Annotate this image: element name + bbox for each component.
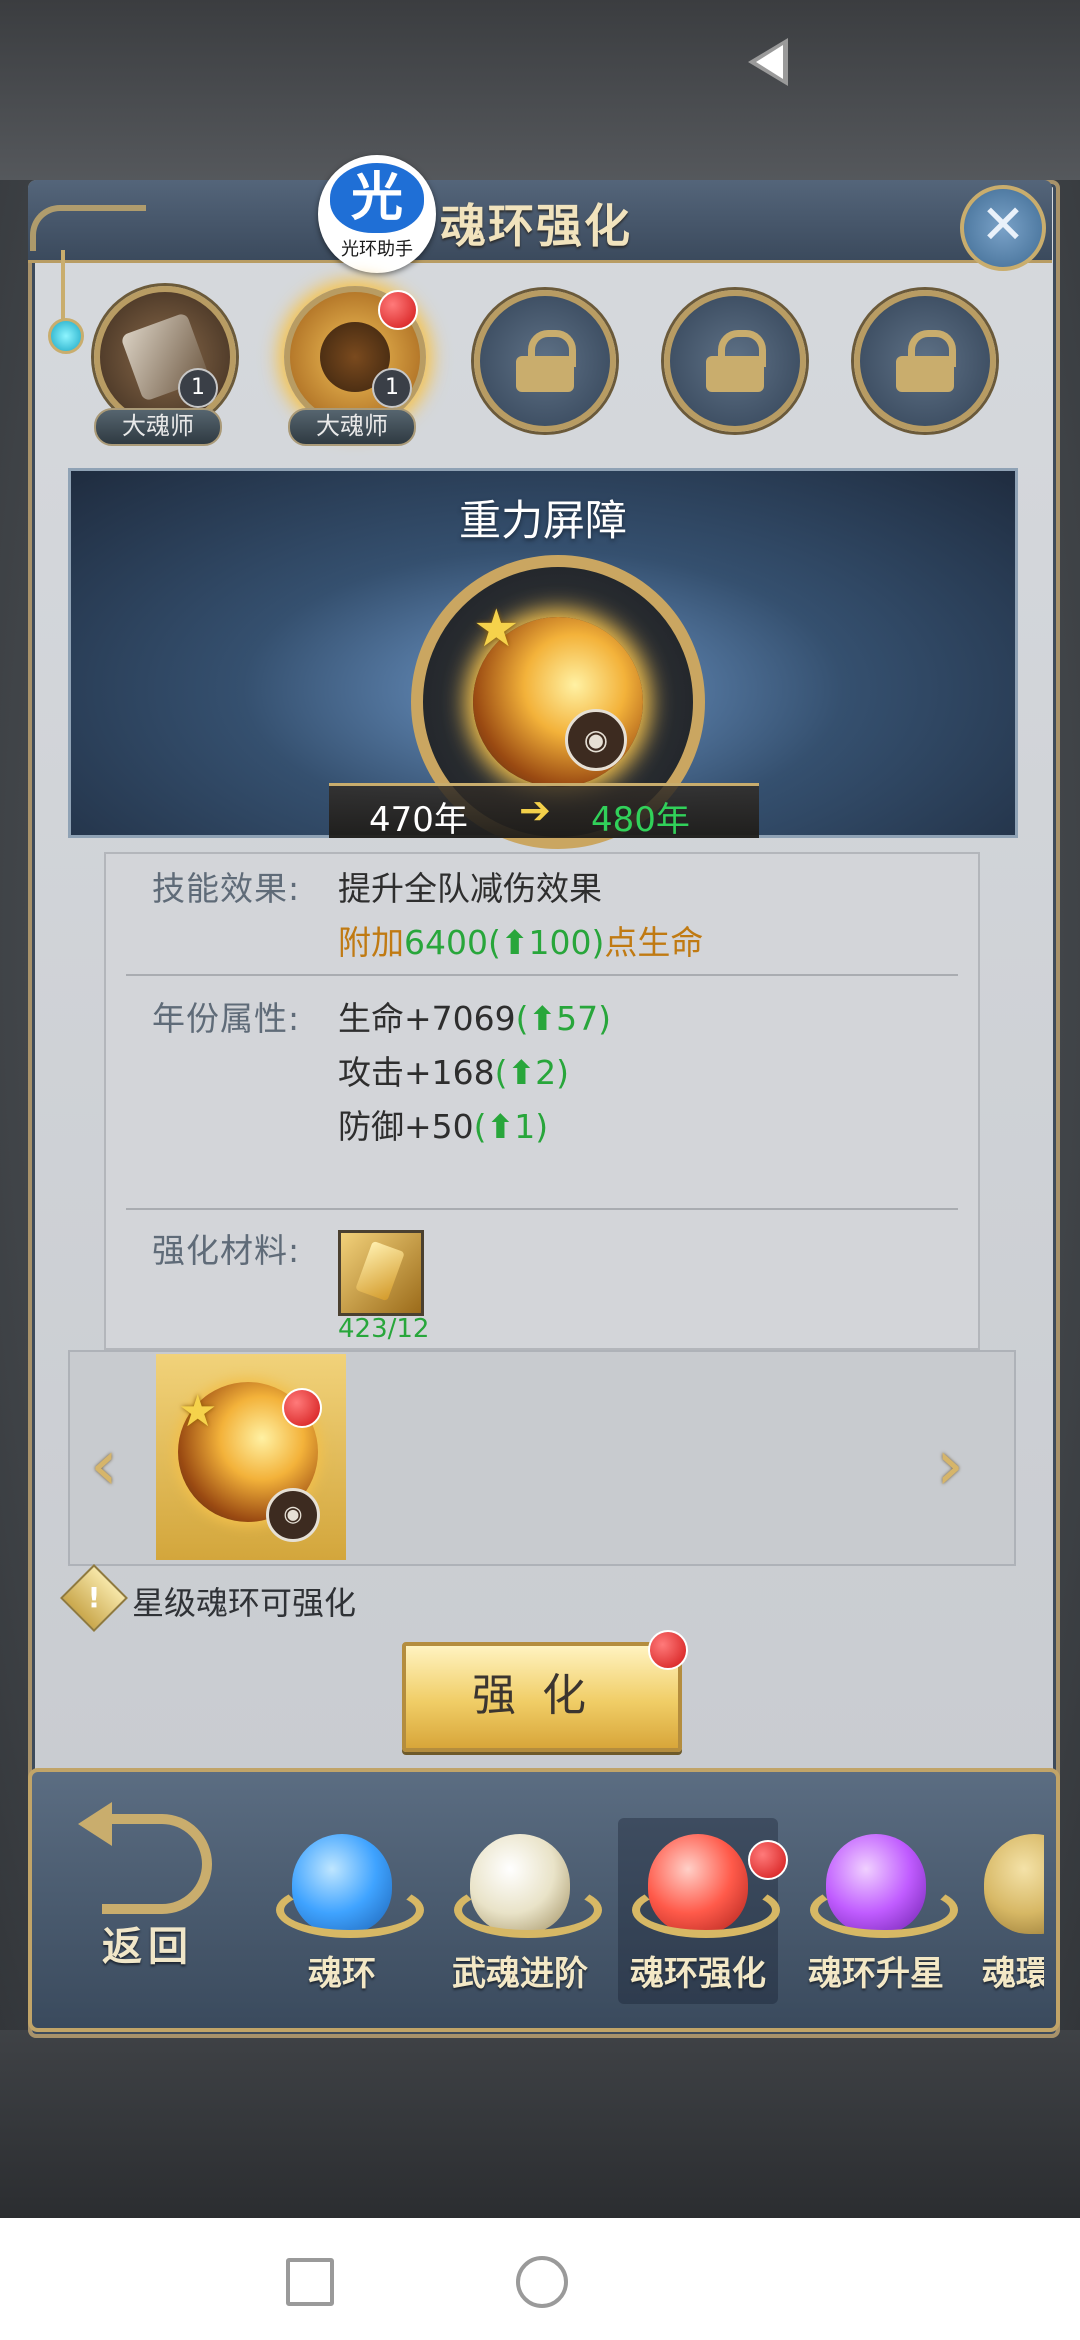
skill-banner: 重力屏障 ★ ◉ 470年 ➔ 480年: [68, 468, 1018, 849]
ring-selector: ★ ◉ ‹ ›: [68, 1350, 1016, 1566]
effect-bonus: 附加6400(⬆100)点生命: [338, 923, 704, 962]
slot-2-count: 1: [372, 368, 412, 408]
page-title: 魂环强化: [440, 199, 632, 253]
nav-label: 魂環: [982, 1954, 1044, 1994]
beast-icon: ◉: [565, 709, 627, 771]
nav-label: 魂环升星: [808, 1954, 944, 1994]
info-panel: 技能效果: 提升全队减伤效果 附加6400(⬆100)点生命 年份属性: 生命+…: [104, 852, 980, 1350]
partial-icon: [984, 1834, 1044, 1934]
logo-icon: 光: [330, 163, 424, 233]
attr-label: 年份属性:: [152, 999, 301, 1038]
back-label: 返回: [102, 1924, 194, 1970]
star-icon: ★: [473, 599, 520, 659]
star-icon: ★: [178, 1386, 218, 1437]
nav-label: 武魂进阶: [452, 1954, 588, 1994]
attr-attack: 攻击+168(⬆2): [338, 1053, 570, 1092]
close-icon: ✕: [980, 193, 1026, 256]
soul-ring-slot-5[interactable]: [854, 290, 996, 432]
nav-martial-soul-advance[interactable]: 武魂进阶: [440, 1818, 602, 2008]
slot-1-count: 1: [178, 368, 218, 408]
material-count: 423/12: [338, 1314, 430, 1344]
effect-label: 技能效果:: [152, 869, 301, 908]
soul-ring-slot-4[interactable]: [664, 290, 806, 432]
notification-dot: [648, 1630, 688, 1670]
slot-2-label: 大魂师: [288, 408, 416, 446]
tip-text: 星级魂环可强化: [132, 1584, 357, 1622]
attr-defense: 防御+50(⬆1): [338, 1107, 549, 1146]
back-icon-inner: [756, 45, 783, 79]
slot-1-label: 大魂师: [94, 408, 222, 446]
effect-text: 提升全队减伤效果: [338, 869, 602, 908]
back-arrow-head: [78, 1802, 112, 1846]
notification-dot: [748, 1840, 788, 1880]
recent-apps-icon[interactable]: [286, 2258, 334, 2306]
year-bar: 470年 ➔ 480年: [329, 783, 759, 840]
pendant-ornament: [48, 250, 84, 400]
title-ornament: [30, 205, 146, 251]
notification-dot: [378, 290, 418, 330]
divider: [126, 974, 958, 976]
arrow-up-icon: ⬆: [500, 923, 529, 962]
arrow-left-icon[interactable]: ‹: [90, 1424, 118, 1506]
background-bottom: [0, 2030, 1080, 2220]
arrow-up-icon: ⬆: [507, 1053, 536, 1092]
soul-ring-slot-1[interactable]: [94, 286, 236, 428]
back-button[interactable]: 返回: [72, 1802, 252, 1992]
nav-label: 魂环强化: [630, 1954, 766, 1994]
close-button[interactable]: ✕: [960, 185, 1046, 271]
divider: [126, 1208, 958, 1210]
nav-soul-ring-star-up[interactable]: 魂环升星: [796, 1818, 958, 2008]
material-label: 强化材料:: [152, 1231, 301, 1270]
soul-ring-slot-3[interactable]: [474, 290, 616, 432]
app-logo[interactable]: 光 光环助手: [318, 155, 436, 273]
crystal-shard-icon: [355, 1240, 405, 1302]
year-from: 470年: [369, 800, 468, 840]
beast-icon: ◉: [266, 1488, 320, 1542]
attr-hp: 生命+7069(⬆57): [338, 999, 612, 1038]
home-icon[interactable]: [516, 2256, 568, 2308]
nav-label: 魂环: [308, 1954, 376, 1994]
nav-more[interactable]: 魂環: [974, 1818, 1044, 2008]
arrow-right-icon[interactable]: ›: [936, 1424, 964, 1506]
system-nav-bar: [0, 2218, 1080, 2340]
background-top: [0, 0, 1080, 180]
arrow-up-icon: ⬆: [528, 999, 557, 1038]
skill-name: 重力屏障: [458, 496, 627, 545]
lock-icon: [896, 330, 956, 392]
nav-soul-ring[interactable]: 魂环: [262, 1818, 424, 2008]
notification-dot: [282, 1388, 322, 1428]
strengthen-button[interactable]: 强化: [402, 1642, 682, 1752]
arrow-up-icon: ⬆: [486, 1107, 515, 1146]
arrow-right-icon: ➔: [519, 788, 551, 832]
back-arrow-icon: [102, 1814, 212, 1914]
lock-icon: [516, 330, 576, 392]
lock-icon: [706, 330, 766, 392]
logo-caption: 光环助手: [341, 239, 413, 260]
year-to: 480年: [591, 800, 690, 840]
material-item[interactable]: [338, 1230, 424, 1316]
